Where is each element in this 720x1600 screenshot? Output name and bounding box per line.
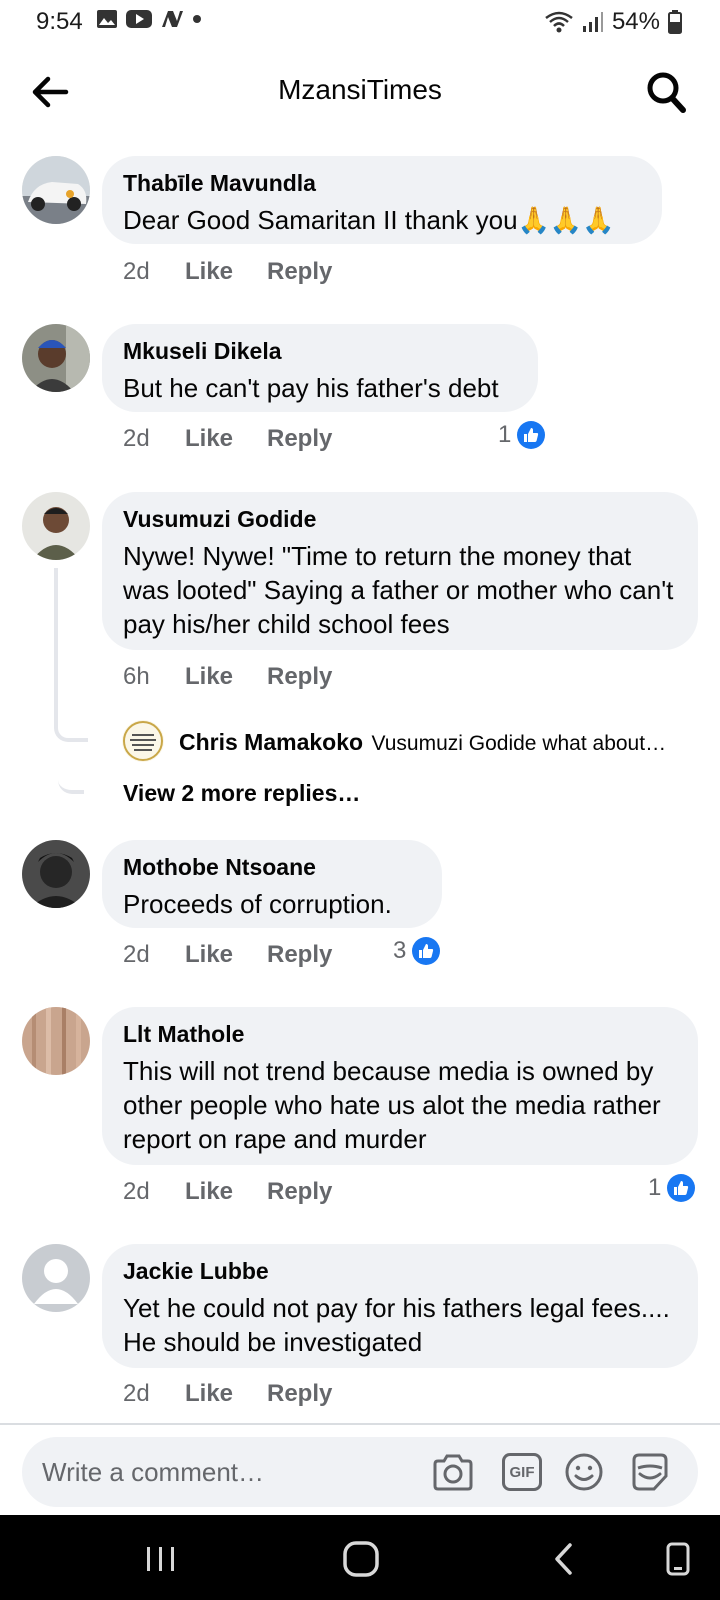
comment-author[interactable]: Thabīle Mavundla bbox=[123, 170, 642, 197]
comment-author[interactable]: Mkuseli Dikela bbox=[123, 338, 518, 365]
avatar[interactable] bbox=[22, 492, 90, 560]
comment-placeholder: Write a comment… bbox=[42, 1457, 265, 1487]
like-button[interactable]: Like bbox=[185, 941, 267, 969]
comment-age[interactable]: 6h bbox=[123, 663, 185, 691]
battery-icon bbox=[668, 10, 682, 34]
comment-age[interactable]: 2d bbox=[123, 258, 185, 286]
reply-button[interactable]: Reply bbox=[267, 663, 332, 691]
reply-button[interactable]: Reply bbox=[267, 1178, 332, 1206]
reply-button[interactable]: Reply bbox=[267, 258, 332, 286]
like-button[interactable]: Like bbox=[185, 258, 267, 286]
avatar-image bbox=[22, 492, 90, 560]
comment-bubble[interactable]: Jackie Lubbe Yet he could not pay for hi… bbox=[102, 1244, 698, 1368]
reaction-number: 1 bbox=[648, 1174, 662, 1201]
reply-button[interactable]: Reply bbox=[267, 425, 332, 453]
comment-author[interactable]: Vusumuzi Godide bbox=[123, 506, 678, 533]
thread-line bbox=[58, 730, 84, 794]
reaction-count[interactable]: 1 bbox=[498, 421, 546, 449]
like-button[interactable]: Like bbox=[185, 663, 267, 691]
reaction-number: 1 bbox=[498, 421, 512, 448]
avatar[interactable] bbox=[22, 840, 90, 908]
gif-icon[interactable]: GIF bbox=[502, 1453, 542, 1491]
sticker-icon[interactable] bbox=[628, 1450, 672, 1494]
reply-button[interactable]: Reply bbox=[267, 1380, 332, 1408]
gallery-notification-icon bbox=[97, 10, 117, 28]
like-button[interactable]: Like bbox=[185, 1178, 267, 1206]
comment-bubble[interactable]: Thabīle Mavundla Dear Good Samaritan II… bbox=[102, 156, 662, 244]
n-app-notification-icon bbox=[162, 11, 183, 27]
comment-bubble[interactable]: Mkuseli Dikela But he can't pay his fath… bbox=[102, 324, 538, 412]
comment-age[interactable]: 2d bbox=[123, 1178, 185, 1206]
comment-actions: 2d Like Reply bbox=[123, 1380, 332, 1408]
reply-author[interactable]: Chris Mamakoko bbox=[179, 729, 363, 755]
comment-text: But he can't pay his father's debt bbox=[123, 373, 499, 403]
comment-text: Yet he could not pay for his fathers leg… bbox=[123, 1293, 670, 1357]
reply-avatar[interactable] bbox=[122, 720, 164, 762]
avatar-image bbox=[22, 840, 90, 908]
back-nav-icon[interactable] bbox=[544, 1539, 584, 1579]
like-reaction-icon bbox=[517, 421, 546, 449]
notification-icons bbox=[96, 9, 202, 29]
search-icon[interactable] bbox=[644, 68, 688, 116]
default-avatar-icon bbox=[22, 1244, 90, 1312]
avatar[interactable] bbox=[22, 324, 90, 392]
status-bar: 9:54 54% bbox=[0, 0, 720, 46]
reply-button[interactable]: Reply bbox=[267, 941, 332, 969]
view-more-replies[interactable]: View 2 more replies… bbox=[123, 780, 360, 807]
system-nav-bar bbox=[0, 1515, 720, 1600]
status-time: 9:54 bbox=[36, 8, 83, 35]
comment-author[interactable]: Llt Mathole bbox=[123, 1021, 678, 1048]
avatar[interactable] bbox=[22, 1007, 90, 1075]
avatar-image bbox=[22, 324, 90, 392]
comment-age[interactable]: 2d bbox=[123, 1380, 185, 1408]
comment-bubble[interactable]: Llt Mathole This will not trend because … bbox=[102, 1007, 698, 1165]
battery-percent: 54% bbox=[611, 8, 660, 35]
avatar[interactable] bbox=[22, 1244, 90, 1312]
like-button[interactable]: Like bbox=[185, 1380, 267, 1408]
emoji-icon[interactable] bbox=[562, 1450, 606, 1494]
comment-text: This will not trend because media is own… bbox=[123, 1056, 661, 1154]
comment-composer-bar: Write a comment… GIF bbox=[0, 1423, 720, 1517]
reaction-number: 3 bbox=[393, 937, 407, 964]
keyboard-toggle-icon[interactable] bbox=[658, 1539, 698, 1579]
comment-actions: 2d Like Reply bbox=[123, 1178, 332, 1206]
comment-author[interactable]: Mothobe Ntsoane bbox=[123, 854, 422, 881]
comment-actions: 2d Like Reply bbox=[123, 425, 332, 453]
avatar[interactable] bbox=[22, 156, 90, 224]
avatar-image bbox=[122, 720, 164, 762]
page-header: MzansiTimes bbox=[0, 46, 720, 136]
wifi-icon bbox=[545, 11, 573, 33]
status-right: 54% bbox=[544, 8, 682, 36]
thread-line bbox=[54, 568, 88, 742]
comment-text: Nywe! Nywe! "Time to return the money th… bbox=[123, 541, 674, 639]
comment-text: Proceeds of corruption. bbox=[123, 889, 392, 919]
comment-author[interactable]: Jackie Lubbe bbox=[123, 1258, 678, 1285]
comment-actions: 2d Like Reply bbox=[123, 941, 332, 969]
signal-icon bbox=[582, 12, 603, 32]
avatar-image bbox=[22, 156, 90, 224]
dot-icon bbox=[193, 15, 201, 23]
comment-actions: 6h Like Reply bbox=[123, 663, 332, 691]
reply-preview[interactable]: Chris Mamakoko Vusumuzi Godide what abou… bbox=[179, 729, 699, 756]
home-icon[interactable] bbox=[341, 1539, 381, 1579]
page-title: MzansiTimes bbox=[278, 74, 442, 105]
like-reaction-icon bbox=[667, 1174, 696, 1202]
comment-bubble[interactable]: Mothobe Ntsoane Proceeds of corruption. bbox=[102, 840, 442, 928]
avatar-image bbox=[22, 1007, 90, 1075]
recent-apps-icon[interactable] bbox=[141, 1539, 181, 1579]
gif-label: GIF bbox=[509, 1463, 535, 1481]
comment-bubble[interactable]: Vusumuzi Godide Nywe! Nywe! "Time to ret… bbox=[102, 492, 698, 650]
youtube-notification-icon bbox=[126, 10, 152, 28]
comment-text: Dear Good Samaritan II thank you🙏🙏🙏 bbox=[123, 205, 615, 235]
reply-text: Vusumuzi Godide what about… bbox=[371, 732, 667, 755]
like-button[interactable]: Like bbox=[185, 425, 267, 453]
comment-age[interactable]: 2d bbox=[123, 941, 185, 969]
comment-input[interactable]: Write a comment… GIF bbox=[22, 1437, 698, 1507]
reaction-count[interactable]: 1 bbox=[648, 1174, 696, 1202]
comment-actions: 2d Like Reply bbox=[123, 258, 332, 286]
reaction-count[interactable]: 3 bbox=[393, 937, 441, 965]
like-reaction-icon bbox=[412, 937, 441, 965]
comment-age[interactable]: 2d bbox=[123, 425, 185, 453]
camera-icon[interactable] bbox=[431, 1450, 475, 1494]
